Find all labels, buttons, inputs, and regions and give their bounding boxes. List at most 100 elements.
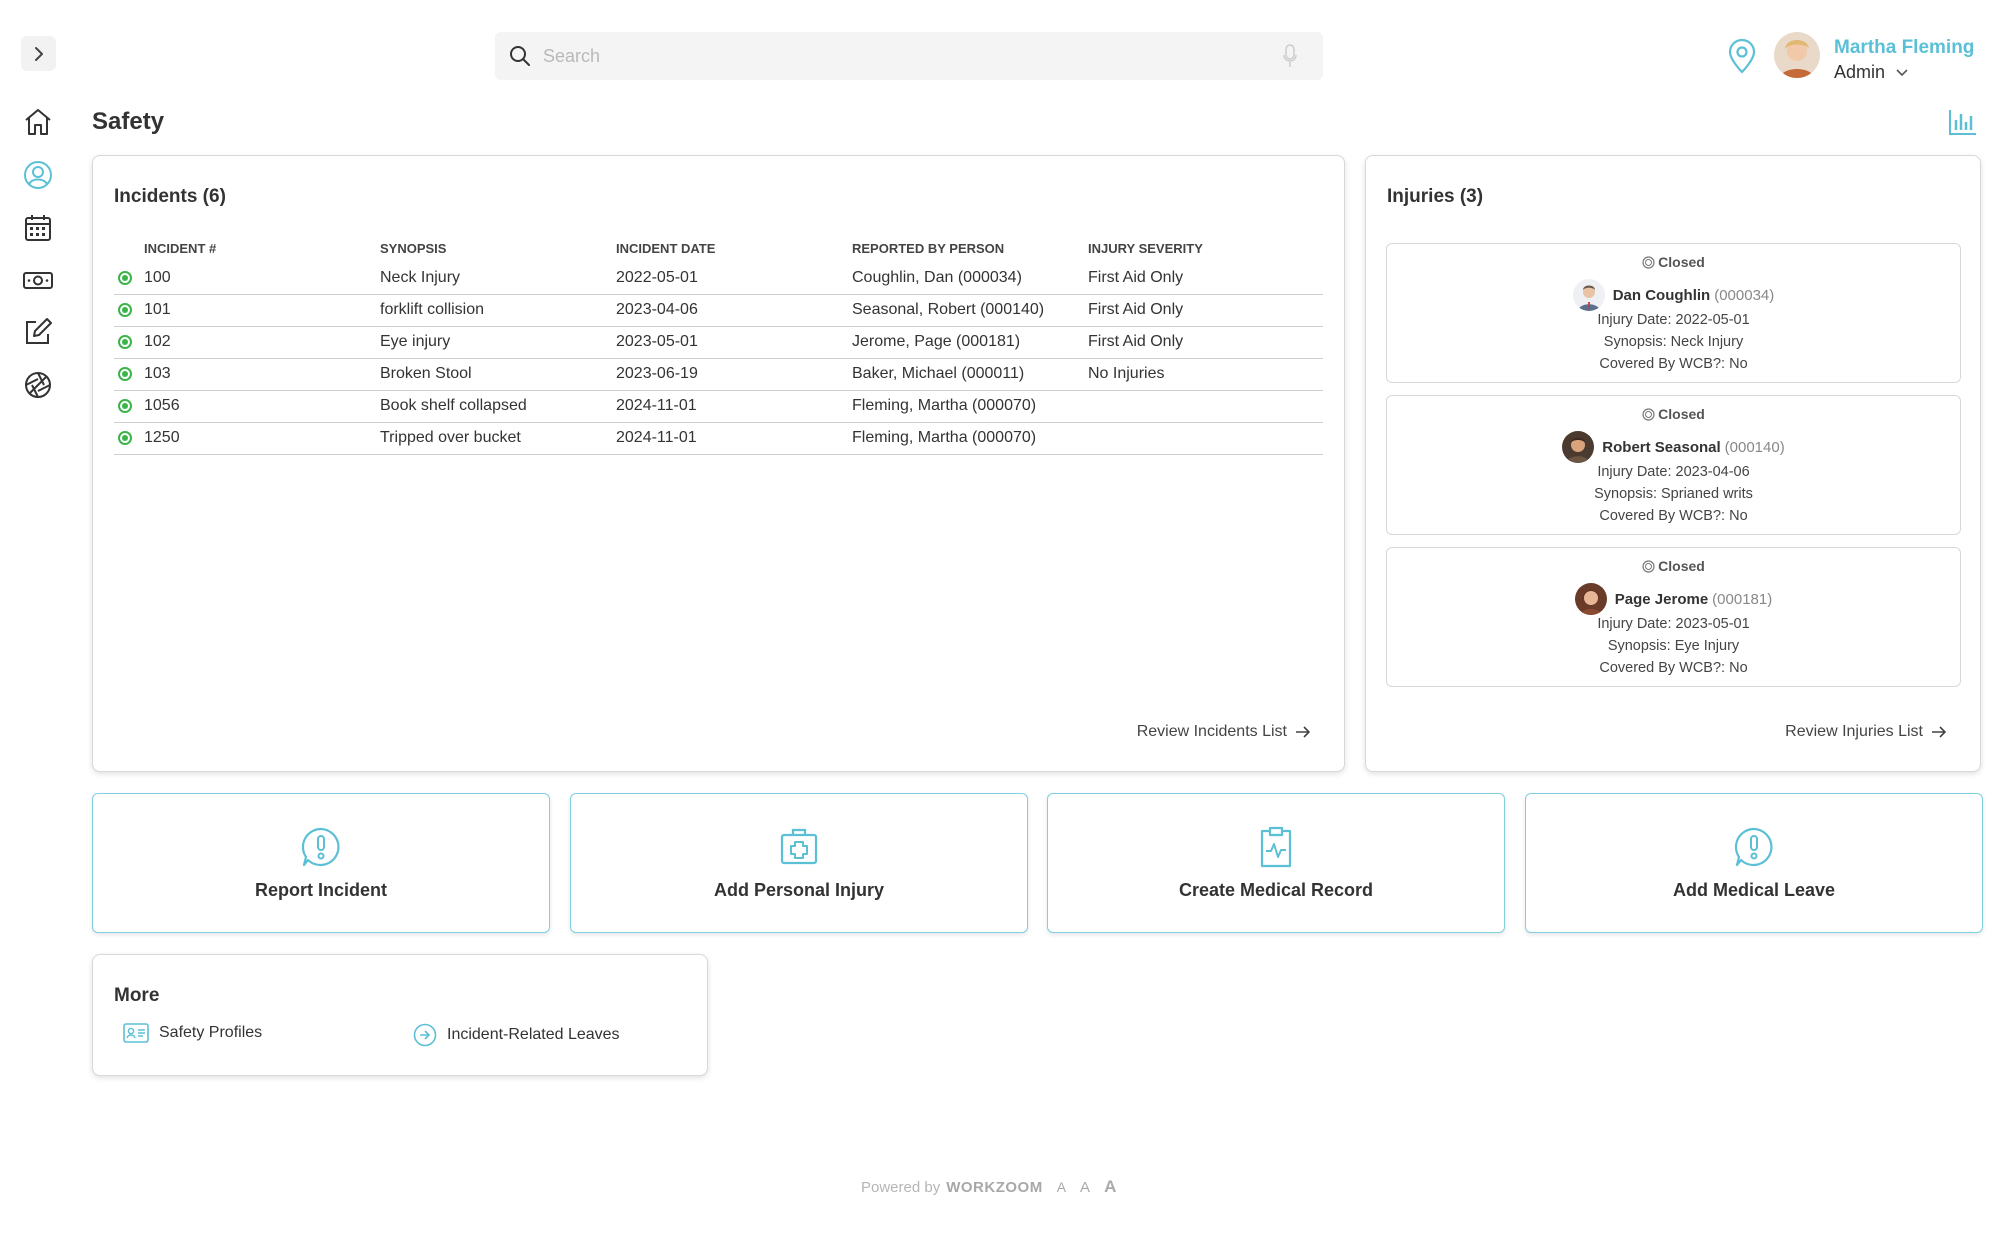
incident-related-leaves-link[interactable]: Incident-Related Leaves — [413, 1023, 620, 1047]
injury-synopsis: Synopsis: Eye Injury — [1607, 638, 1740, 654]
microphone-icon[interactable] — [1283, 44, 1297, 68]
add-medical-leave-label: Add Medical Leave — [1672, 880, 1836, 900]
avatar — [1562, 431, 1595, 463]
alert-bubble-icon — [301, 827, 340, 867]
nav-edit[interactable] — [20, 314, 56, 350]
table-row[interactable]: 1056 Book shelf collapsed 2024-11-01 Fle… — [114, 390, 1323, 423]
review-injuries-label: Review Injuries List — [1785, 723, 1923, 740]
incident-number: 102 — [144, 326, 380, 359]
table-row[interactable]: 100 Neck Injury 2022-05-01 Coughlin, Dan… — [114, 262, 1323, 295]
injury-person-id: (000181) — [1712, 590, 1773, 608]
status-dot-icon — [118, 270, 132, 285]
table-row[interactable]: 103 Broken Stool 2023-06-19 Baker, Micha… — [114, 358, 1323, 391]
create-medical-record-button[interactable]: Create Medical Record — [1047, 793, 1505, 933]
table-header-row: INCIDENT # SYNOPSIS INCIDENT DATE REPORT… — [114, 234, 1323, 262]
column-header[interactable]: SYNOPSIS — [380, 234, 616, 262]
add-medical-leave-button[interactable]: Add Medical Leave — [1525, 793, 1983, 933]
add-personal-injury-label: Add Personal Injury — [713, 880, 885, 900]
incident-reporter: Fleming, Martha (000070) — [852, 390, 1088, 423]
font-size-medium-button[interactable]: A — [1080, 1179, 1090, 1196]
incident-number: 103 — [144, 358, 380, 391]
status-dot-icon — [118, 366, 132, 381]
injury-status: Closed — [1387, 558, 1960, 574]
injury-card[interactable]: Closed Dan Coughlin (000034) Injury Date… — [1386, 243, 1961, 383]
table-row[interactable]: 102 Eye injury 2023-05-01 Jerome, Page (… — [114, 326, 1323, 359]
chevron-down-icon — [1896, 68, 1908, 76]
injury-wcb: Covered By WCB?: No — [1599, 508, 1748, 524]
location-pin-icon[interactable] — [1726, 38, 1758, 74]
injury-date: Injury Date: 2023-05-01 — [1597, 616, 1750, 632]
incident-severity: First Aid Only — [1088, 294, 1323, 327]
injury-date: Injury Date: 2023-04-06 — [1597, 464, 1750, 480]
injury-synopsis: Synopsis: Sprianed writs — [1594, 486, 1753, 502]
arrow-right-icon — [1296, 726, 1311, 738]
injury-person: Page Jerome (000181) — [1387, 582, 1960, 616]
search-input[interactable] — [543, 32, 1243, 80]
column-header[interactable]: INJURY SEVERITY — [1088, 234, 1323, 262]
report-incident-button[interactable]: Report Incident — [92, 793, 550, 933]
report-incident-label: Report Incident — [254, 880, 387, 900]
status-dot-icon — [118, 430, 132, 445]
incident-synopsis: Tripped over bucket — [380, 422, 616, 455]
status-circle-icon — [1642, 407, 1655, 421]
column-header[interactable]: INCIDENT DATE — [616, 234, 852, 262]
review-injuries-link[interactable]: Review Injuries List — [1785, 723, 1947, 741]
nav-calendar[interactable] — [20, 210, 56, 246]
edit-icon — [26, 318, 52, 344]
injury-card[interactable]: Closed Robert Seasonal (000140) Injury D… — [1386, 395, 1961, 535]
incident-date: 2024-11-01 — [616, 390, 852, 423]
safety-profiles-label: Safety Profiles — [159, 1024, 263, 1041]
incident-synopsis: forklift collision — [380, 294, 616, 327]
review-incidents-link[interactable]: Review Incidents List — [1137, 723, 1311, 741]
incident-date: 2023-04-06 — [616, 294, 852, 327]
safety-profiles-link[interactable]: Safety Profiles — [123, 1023, 262, 1043]
incident-number: 101 — [144, 294, 380, 327]
status-circle-icon — [1642, 559, 1655, 573]
incident-synopsis: Neck Injury — [380, 262, 616, 295]
review-incidents-label: Review Incidents List — [1136, 723, 1287, 740]
incident-number: 100 — [144, 262, 380, 295]
column-header[interactable]: REPORTED BY PERSON — [852, 234, 1088, 262]
chevron-right-icon — [34, 46, 43, 61]
arrow-circle-icon — [413, 1023, 437, 1047]
incident-severity: First Aid Only — [1088, 326, 1323, 359]
nav-payroll[interactable] — [20, 262, 56, 298]
incident-reporter: Baker, Michael (000011) — [852, 358, 1088, 391]
incident-reporter: Jerome, Page (000181) — [852, 326, 1088, 359]
money-icon — [23, 272, 53, 289]
user-avatar[interactable] — [1774, 32, 1820, 78]
column-header[interactable]: INCIDENT # — [144, 234, 380, 262]
add-personal-injury-button[interactable]: Add Personal Injury — [570, 793, 1028, 933]
status-dot-icon — [118, 302, 132, 317]
user-circle-icon — [24, 161, 52, 189]
nav-home[interactable] — [20, 104, 56, 140]
user-role-dropdown[interactable]: Admin — [1834, 62, 1909, 83]
incident-severity — [1088, 422, 1323, 455]
nav-people[interactable] — [20, 157, 56, 193]
injury-synopsis: Synopsis: Neck Injury — [1603, 334, 1744, 350]
user-name[interactable]: Martha Fleming — [1834, 37, 1974, 59]
search-bar[interactable] — [495, 32, 1323, 80]
incident-severity — [1088, 390, 1323, 423]
injury-person-name: Robert Seasonal — [1602, 438, 1721, 456]
home-icon — [25, 109, 51, 135]
arrow-right-icon — [1932, 726, 1947, 738]
incident-severity: First Aid Only — [1088, 262, 1323, 295]
incident-reporter: Coughlin, Dan (000034) — [852, 262, 1088, 295]
incident-date: 2024-11-01 — [616, 422, 852, 455]
font-size-small-button[interactable]: A — [1057, 1179, 1066, 1195]
table-row[interactable]: 101 forklift collision 2023-04-06 Season… — [114, 294, 1323, 327]
incident-reporter: Fleming, Martha (000070) — [852, 422, 1088, 455]
font-size-large-button[interactable]: A — [1104, 1177, 1116, 1197]
nav-refresh[interactable] — [20, 367, 56, 403]
injury-wcb: Covered By WCB?: No — [1599, 356, 1748, 372]
table-row[interactable]: 1250 Tripped over bucket 2024-11-01 Flem… — [114, 422, 1323, 455]
avatar — [1572, 279, 1605, 311]
bar-chart-icon[interactable] — [1948, 108, 1978, 136]
expand-sidebar-button[interactable] — [21, 36, 56, 71]
incident-synopsis: Eye injury — [380, 326, 616, 359]
incident-severity: No Injuries — [1088, 358, 1323, 391]
more-title: More — [114, 985, 160, 1006]
injury-card[interactable]: Closed Page Jerome (000181) Injury Date:… — [1386, 547, 1961, 687]
user-role-label: Admin — [1834, 62, 1886, 82]
